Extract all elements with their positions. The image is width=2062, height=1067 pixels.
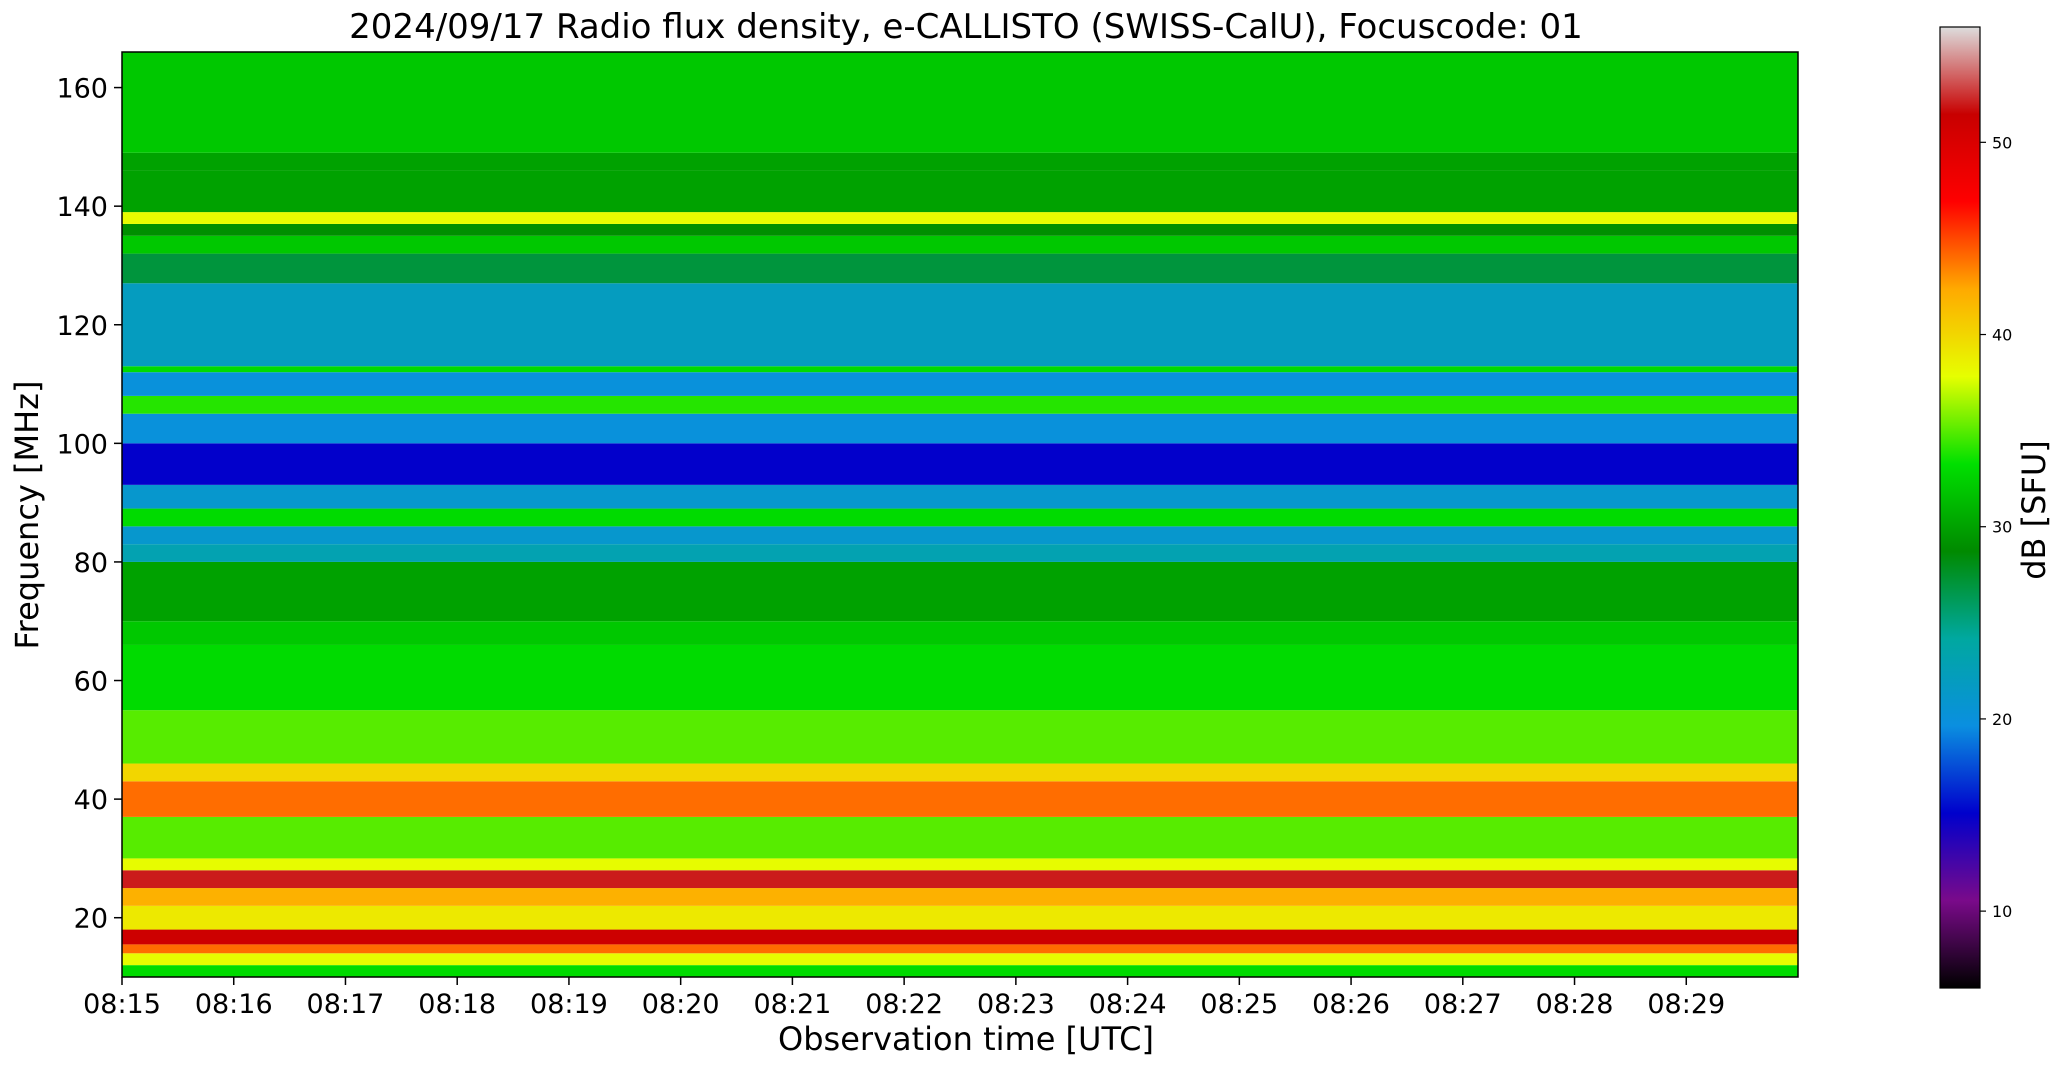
heatmap-band xyxy=(122,413,1798,444)
heatmap-band xyxy=(122,508,1798,527)
x-tick-label: 08:21 xyxy=(753,989,831,1020)
x-axis-label: Observation time [UTC] xyxy=(778,1020,1154,1058)
x-tick-label: 08:19 xyxy=(530,989,608,1020)
heatmap-band xyxy=(122,621,1798,645)
heatmap-band xyxy=(122,710,1798,764)
x-tick-label: 08:20 xyxy=(642,989,720,1020)
y-axis-label: Frequency [MHz] xyxy=(8,381,46,650)
colorbar-tick-label: 10 xyxy=(1992,902,2012,921)
y-tick-label: 100 xyxy=(56,429,108,460)
colorbar-gradient xyxy=(1939,26,1981,989)
chart-title: 2024/09/17 Radio flux density, e-CALLIST… xyxy=(349,7,1583,47)
x-tick-label: 08:17 xyxy=(307,989,385,1020)
heatmap-band xyxy=(122,170,1798,213)
heatmap-band xyxy=(122,544,1798,562)
x-tick-label: 08:23 xyxy=(977,989,1055,1020)
x-tick-label: 08:29 xyxy=(1647,989,1725,1020)
y-tick-label: 140 xyxy=(56,192,108,223)
heatmap-band xyxy=(122,366,1798,373)
y-tick-label: 120 xyxy=(56,311,108,342)
y-tick-label: 160 xyxy=(56,74,108,105)
x-tick-label: 08:16 xyxy=(195,989,273,1020)
heatmap-band xyxy=(122,888,1798,906)
heatmap-band xyxy=(122,944,1798,954)
heatmap-band xyxy=(122,283,1798,367)
plot-area xyxy=(122,52,1798,977)
x-tick-label: 08:22 xyxy=(865,989,943,1020)
x-tick-label: 08:28 xyxy=(1536,989,1614,1020)
heatmap-band xyxy=(122,484,1798,509)
colorbar-tick-label: 20 xyxy=(1992,710,2012,729)
heatmap-band xyxy=(122,152,1798,171)
x-tick-label: 08:26 xyxy=(1312,989,1390,1020)
heatmap-band xyxy=(122,253,1798,284)
colorbar: 10 20 30 40 50 xyxy=(1939,26,2012,989)
heatmap-band xyxy=(122,953,1798,966)
heatmap-band xyxy=(122,929,1798,945)
heatmap-band xyxy=(122,870,1798,889)
heatmap-band xyxy=(122,235,1798,254)
colorbar-label: dB [SFU] xyxy=(2015,440,2053,580)
heatmap-band xyxy=(122,526,1798,545)
y-tick-label: 20 xyxy=(74,904,108,935)
heatmap-band xyxy=(122,212,1798,224)
heatmap-band xyxy=(122,905,1798,930)
spectrogram-chart: 2024/09/17 Radio flux density, e-CALLIST… xyxy=(8,7,2053,1058)
x-tick-label: 08:27 xyxy=(1424,989,1502,1020)
heatmap-band xyxy=(122,223,1798,236)
colorbar-tick-label: 50 xyxy=(1992,133,2012,152)
x-tick-label: 08:24 xyxy=(1089,989,1167,1020)
heatmap-band xyxy=(122,372,1798,396)
y-tick-label: 40 xyxy=(74,785,108,816)
heatmap-band xyxy=(122,781,1798,817)
x-axis: 08:15 08:16 08:17 08:18 08:19 08:20 08:21 08:22… xyxy=(83,977,1725,1020)
colorbar-tick-label: 40 xyxy=(1992,326,2012,345)
colorbar-tick-label: 30 xyxy=(1992,518,2012,537)
heatmap-band xyxy=(122,561,1798,622)
x-tick-label: 08:25 xyxy=(1200,989,1278,1020)
heatmap-band xyxy=(122,644,1798,711)
heatmap-band xyxy=(122,443,1798,485)
heatmap-band xyxy=(122,858,1798,871)
y-axis: 20 40 60 80 100 120 140 160 xyxy=(56,74,122,935)
y-tick-label: 80 xyxy=(74,548,108,579)
y-tick-label: 60 xyxy=(74,667,108,698)
x-tick-label: 08:18 xyxy=(418,989,496,1020)
heatmap-band xyxy=(122,395,1798,414)
heatmap-band xyxy=(122,816,1798,859)
heatmap-band xyxy=(122,52,1798,153)
heatmap-band xyxy=(122,965,1798,977)
heatmap-band xyxy=(122,763,1798,782)
x-tick-label: 08:15 xyxy=(83,989,161,1020)
